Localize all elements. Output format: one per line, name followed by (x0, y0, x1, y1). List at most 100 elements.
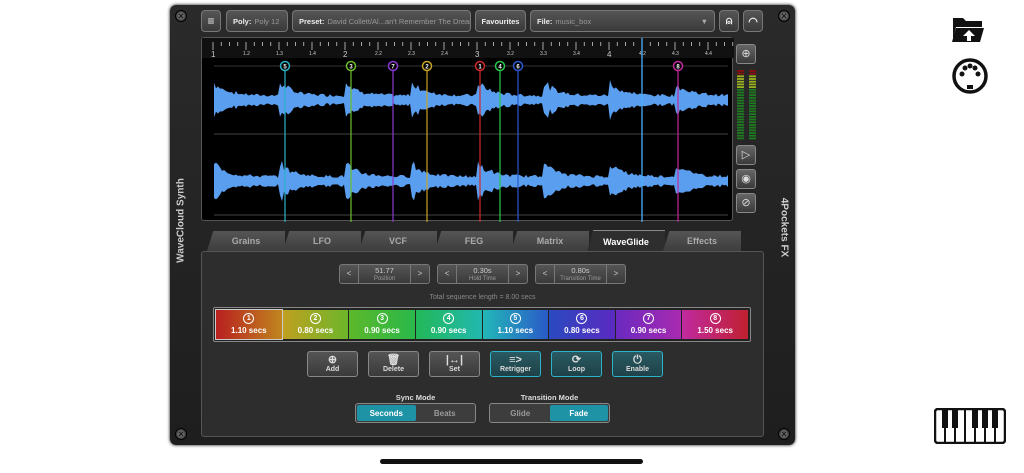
decrement-button[interactable]: < (340, 265, 358, 283)
black-key (972, 409, 978, 428)
sequence-step[interactable]: 4 0.90 secs (415, 310, 482, 339)
waveform-svg[interactable]: 11.21.31.422.22.32.433.23.33.444.24.34.4… (202, 38, 734, 222)
transition-mode-toggle[interactable]: Glide Fade (489, 403, 610, 423)
stepper-label: Position (373, 276, 396, 282)
tab-waveglide[interactable]: WaveGlide (587, 230, 665, 252)
sequence-step[interactable]: 8 1.50 secs (682, 310, 748, 339)
stepper-label: Hold Time (468, 276, 496, 282)
sequence-step[interactable]: 1 1.10 secs (215, 309, 283, 340)
meter-segment (749, 97, 756, 99)
retrigger-button[interactable]: ≡> Retrigger (490, 351, 541, 377)
file-dropdown[interactable]: File: music_box ▼ (530, 10, 715, 32)
gauge-button[interactable]: ◠ (743, 10, 763, 32)
hamburger-icon: ≡ (207, 14, 215, 28)
transition-option-glide[interactable]: Glide (491, 405, 550, 421)
sequence-step[interactable]: 3 0.90 secs (349, 310, 415, 339)
meter-segment (749, 99, 756, 102)
sequence-step[interactable]: 5 1.10 secs (482, 310, 549, 339)
meter-segment (737, 113, 744, 115)
step-number: 6 (576, 313, 588, 324)
stepper-value: 0.30s (473, 266, 492, 275)
loop-button[interactable]: ⟳ Loop (551, 351, 602, 377)
meter-segment (749, 129, 756, 132)
hold-time-stepper[interactable]: <0.30s Hold Time > (437, 264, 528, 284)
button-label: Add (325, 366, 340, 373)
midi-icon[interactable] (951, 58, 989, 94)
meter-segment (749, 113, 756, 115)
ruler-label: 2.4 (441, 51, 448, 57)
black-key (952, 409, 958, 428)
transition-time-stepper[interactable]: <0.80s Transition Time > (535, 264, 626, 284)
decrement-button[interactable]: < (536, 265, 554, 283)
meter-segment (749, 105, 756, 107)
increment-button[interactable]: > (411, 265, 429, 283)
button-label: Enable (626, 366, 649, 373)
open-folder-icon[interactable] (950, 12, 988, 44)
ruler-label: 3.3 (540, 51, 547, 57)
meter-segment (749, 86, 756, 88)
black-key (982, 409, 988, 428)
sequence-step[interactable]: 7 0.90 secs (615, 310, 682, 339)
meter-segment (737, 126, 744, 129)
menu-button[interactable]: ≡ (201, 10, 221, 32)
button-label: Retrigger (499, 366, 532, 373)
step-duration: 0.90 secs (630, 326, 667, 335)
sync-mode-label: Sync Mode (395, 393, 436, 402)
waveform-view[interactable]: 11.21.31.422.22.32.433.23.33.444.24.34.4… (201, 37, 734, 222)
tab-grains[interactable]: Grains (207, 231, 285, 251)
meter-segment (737, 115, 744, 118)
record-icon: ◉ (741, 173, 751, 185)
increment-button[interactable]: > (607, 265, 625, 283)
meter-segment (737, 72, 744, 75)
set-button[interactable]: |↔| Set (429, 351, 480, 377)
loop-icon: ⟳ (571, 354, 582, 366)
sync-option-beats[interactable]: Beats (416, 405, 475, 421)
screw-icon: × (175, 10, 187, 22)
transition-option-fade[interactable]: Fade (549, 405, 608, 421)
add-button[interactable]: ⊕ Add (307, 351, 358, 377)
preset-dropdown[interactable]: Preset: David Collett/Al...an't Remember … (292, 10, 471, 32)
home-indicator[interactable] (380, 459, 643, 464)
retrigger-icon: ≡> (509, 354, 522, 366)
meter-segment (737, 129, 744, 132)
sync-option-seconds[interactable]: Seconds (357, 405, 416, 421)
meter-segment (737, 78, 744, 80)
meter-segment (737, 97, 744, 99)
sequence-step[interactable]: 6 0.80 secs (549, 310, 615, 339)
play-button[interactable]: ▷ (736, 145, 756, 165)
gauge-icon: ◠ (748, 15, 758, 28)
tab-effects[interactable]: Effects (663, 231, 741, 251)
decrement-button[interactable]: < (438, 265, 456, 283)
record-button[interactable]: ◉ (736, 169, 756, 189)
button-label: Set (449, 366, 460, 373)
favourites-button[interactable]: Favourites (475, 10, 526, 32)
tab-matrix[interactable]: Matrix (511, 231, 589, 251)
ruler-label: 2.2 (375, 51, 382, 57)
upload-button[interactable]: ⍝ (719, 10, 739, 32)
sync-mode-toggle[interactable]: Seconds Beats (355, 403, 476, 423)
meter-segment (737, 105, 744, 107)
position-stepper[interactable]: <51.77 Position > (339, 264, 430, 284)
step-number: 3 (376, 313, 388, 324)
tab-vcf[interactable]: VCF (359, 231, 437, 251)
meter-segment (737, 75, 744, 78)
tab-feg[interactable]: FEG (435, 231, 513, 251)
delete-button[interactable]: 🗑 Delete (368, 351, 419, 377)
meter-segment (749, 126, 756, 129)
meter-segment (737, 86, 744, 88)
enable-button[interactable]: ⏻ Enable (612, 351, 663, 377)
increment-button[interactable]: > (509, 265, 527, 283)
sequence-step[interactable]: 2 0.80 secs (282, 310, 349, 339)
poly-button[interactable]: Poly: Poly 12 (226, 10, 288, 32)
download-button[interactable]: ⊕ (736, 44, 756, 64)
meter-segment (737, 70, 744, 72)
step-number: 7 (643, 313, 655, 324)
meter-segment (749, 88, 756, 91)
meter-segment (737, 137, 744, 140)
meter-segment (749, 110, 756, 113)
tempo-button[interactable]: ⊘ (736, 193, 756, 213)
piano-keyboard-icon[interactable] (934, 408, 1006, 444)
tab-lfo[interactable]: LFO (283, 231, 361, 251)
step-duration: 1.10 secs (497, 326, 534, 335)
meter-segment (749, 107, 756, 110)
